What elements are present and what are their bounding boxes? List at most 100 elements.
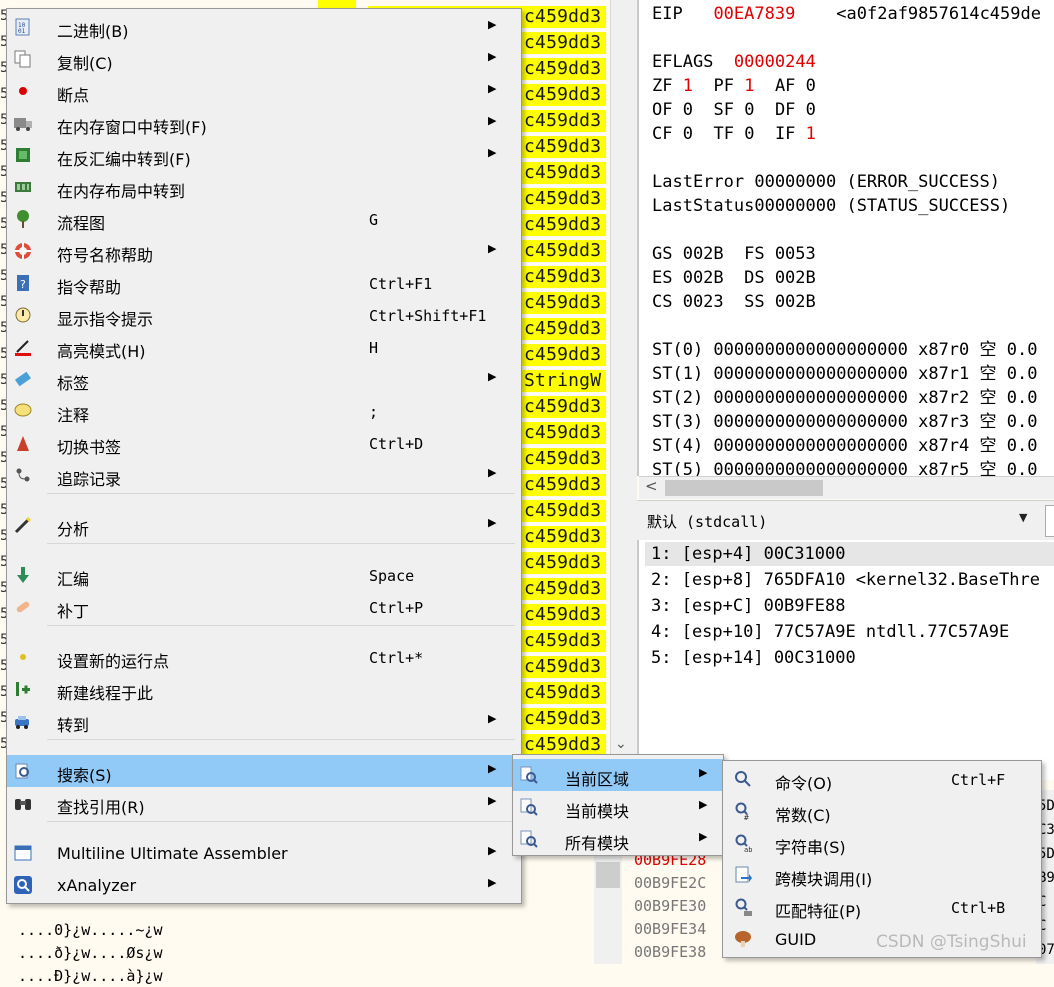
menu-item-new-origin[interactable]: 设置新的运行点 Ctrl+*	[7, 641, 521, 673]
segment-row[interactable]: GS 002B FS 0053	[652, 243, 816, 265]
stack-argument-row[interactable]: 5: [esp+14] 00C31000	[645, 646, 1054, 670]
stack-argument-row[interactable]: 2: [esp+8] 765DFA10 <kernel32.BaseThre	[645, 568, 1054, 592]
fpu-register-row[interactable]: ST(4) 0000000000000000000 x87r4 空 0.0	[652, 435, 1037, 457]
menu-item-memory-window[interactable]: 在内存窗口中转到(F) ▶	[7, 107, 521, 139]
flag-value[interactable]: 0	[683, 100, 693, 120]
menu-item-goto[interactable]: 转到 ▶	[7, 705, 521, 737]
menu-item-intermodular-call[interactable]: 跨模块调用(I)	[723, 859, 1041, 891]
dump-ascii-row[interactable]: ....ð}¿w....Øs¿w	[18, 942, 163, 964]
search-submenu[interactable]: 当前区域 ▶ 当前模块 ▶ 所有模块 ▶	[512, 754, 724, 856]
calling-convention-select[interactable]: 默认 (stdcall) ▼	[637, 500, 1054, 541]
menu-item-region-search[interactable]: 当前区域 ▶	[513, 759, 723, 791]
flag-value[interactable]: 0	[683, 124, 693, 144]
register-panel[interactable]: EIP 00EA7839 <a0f2af9857614c459de EFLAGS…	[637, 0, 1054, 476]
stack-address[interactable]: 00B9FE34	[634, 919, 706, 939]
menu-item-search[interactable]: 搜索(S) ▶	[7, 755, 521, 787]
segment-row[interactable]: ES 002B DS 002B	[652, 267, 816, 289]
flag-value[interactable]: 0	[806, 76, 816, 96]
menu-item-cpu[interactable]: 在反汇编中转到(F) ▶	[7, 139, 521, 171]
fpu-register-row[interactable]: ST(5) 0000000000000000000 x87r5 空 0.0	[652, 459, 1037, 476]
fpu-register-row[interactable]: ST(0) 0000000000000000000 x87r0 空 0.0	[652, 339, 1037, 361]
menu-item-module-search[interactable]: 当前模块 ▶	[513, 791, 723, 823]
help-book-icon: ?	[13, 273, 33, 293]
stack-address[interactable]: 00B9FE38	[634, 942, 706, 962]
dump-scrollbar[interactable]	[594, 846, 622, 964]
menu-item-trace[interactable]: 追踪记录 ▶	[7, 459, 521, 491]
menu-item-memory-map[interactable]: 在内存布局中转到	[7, 171, 521, 203]
eip-value[interactable]: 00EA7839	[713, 4, 795, 24]
menu-item-all-modules-search[interactable]: 所有模块 ▶	[513, 823, 723, 855]
submenu-arrow-icon: ▶	[488, 50, 497, 63]
disassembly-text: c459dd3	[524, 344, 602, 365]
menu-item-binoculars[interactable]: 查找引用(R) ▶	[7, 787, 521, 819]
menu-item-binary[interactable]: 10 01 二进制(B) ▶	[7, 11, 521, 43]
dropdown-caret-icon[interactable]: ▼	[1019, 511, 1027, 524]
flag-value[interactable]: 1	[744, 76, 754, 96]
menu-item-copy[interactable]: 复制(C) ▶	[7, 43, 521, 75]
menu-item-lifebuoy[interactable]: 符号名称帮助 ▶	[7, 235, 521, 267]
stack-arguments-list[interactable]: 1: [esp+4] 00C31000 2: [esp+8] 765DFA10 <…	[637, 540, 1054, 780]
fpu-register-row[interactable]: ST(3) 0000000000000000000 x87r3 空 0.0	[652, 411, 1037, 433]
flag-value[interactable]: 1	[806, 124, 816, 144]
menu-item-plugin-window[interactable]: Multiline Ultimate Assembler ▶	[7, 837, 521, 869]
menu-item-string-search[interactable]: ab 字符串(S)	[723, 827, 1041, 859]
disassembly-text: c459dd3	[524, 214, 602, 235]
flag-value[interactable]: 1	[683, 76, 693, 96]
menu-item-command-search[interactable]: 命令(O) Ctrl+F	[723, 763, 1041, 795]
menu-item-label: 查找引用(R)	[57, 798, 145, 817]
flag-name: AF	[774, 76, 796, 96]
eflags-value[interactable]: 00000244	[734, 52, 816, 72]
scroll-down-icon[interactable]: ⌄	[615, 736, 627, 752]
flag-value[interactable]: 0	[744, 124, 754, 144]
stack-address[interactable]: 00B9FE30	[634, 896, 706, 916]
menu-item-new-thread[interactable]: 新建线程于此	[7, 673, 521, 705]
menu-item-xanalyzer[interactable]: xAnalyzer ▶	[7, 869, 521, 901]
disassembly-scrollbar[interactable]: ⌄	[610, 0, 637, 760]
context-menu[interactable]: 10 01 二进制(B) ▶ 复制(C) ▶ 断点 ▶ 在内存窗口中转到(F) ▶ 在反汇编中转到(…	[6, 8, 522, 904]
menu-item-assemble[interactable]: 汇编 Space	[7, 559, 521, 591]
memory-dump[interactable]: ....0}¿w.....~¿w ....ð}¿w....Øs¿w ....Ð}¿w…	[0, 895, 190, 985]
menu-item-patch[interactable]: 补丁 Ctrl+P	[7, 591, 521, 623]
flags-row[interactable]: ZF 1 PF 1 AF 0	[652, 75, 816, 97]
eflags-row[interactable]: EFLAGS 00000244	[652, 51, 816, 73]
menu-item-comment[interactable]: 注释;	[7, 395, 521, 427]
stack-argument-row[interactable]: 3: [esp+C] 00B9FE88	[645, 594, 1054, 618]
stack-address[interactable]: 00B9FE2C	[634, 873, 706, 893]
stack-argument-row[interactable]: 4: [esp+10] 77C57A9E ntdll.77C57A9E	[645, 620, 1054, 644]
menu-item-hint[interactable]: 显示指令提示 Ctrl+Shift+F1	[7, 299, 521, 331]
menu-item-label: 新建线程于此	[57, 684, 154, 703]
stack-argument-row[interactable]: 1: [esp+4] 00C31000	[645, 542, 1054, 566]
last-error-row[interactable]: LastError 00000000 (ERROR_SUCCESS)	[652, 171, 1000, 193]
arg-count-spinbox[interactable]	[1045, 505, 1054, 537]
eip-row[interactable]: EIP 00EA7839 <a0f2af9857614c459de	[652, 3, 1041, 25]
menu-item-pattern-search[interactable]: 匹配特征(P) Ctrl+B	[723, 891, 1041, 923]
fpu-register-row[interactable]: ST(2) 0000000000000000000 x87r2 空 0.0	[652, 387, 1037, 409]
current-region-submenu[interactable]: 命令(O) Ctrl+F # 常数(C) ab 字符串(S) 跨模块调用(I) 匹配特征(P)…	[722, 760, 1042, 958]
last-status-row[interactable]: LastStatus00000000 (STATUS_SUCCESS)	[652, 195, 1010, 217]
scroll-left-icon[interactable]: <	[645, 477, 658, 495]
menu-item-help-book[interactable]: ? 指令帮助 Ctrl+F1	[7, 267, 521, 299]
flags-row[interactable]: CF 0 TF 0 IF 1	[652, 123, 816, 145]
menu-separator	[47, 739, 515, 740]
dump-ascii-row[interactable]: ....Ð}¿w....à}¿w	[18, 965, 163, 987]
menu-item-analyze[interactable]: 分析 ▶	[7, 509, 521, 541]
flag-value[interactable]: 0	[806, 100, 816, 120]
menu-item-bookmark[interactable]: 切换书签 Ctrl+D	[7, 427, 521, 459]
flag-value[interactable]: 0	[744, 100, 754, 120]
scrollbar-thumb[interactable]	[665, 480, 823, 496]
menu-item-graph[interactable]: 流程图 G	[7, 203, 521, 235]
menu-item-constant-search[interactable]: # 常数(C)	[723, 795, 1041, 827]
menu-item-breakpoint[interactable]: 断点 ▶	[7, 75, 521, 107]
segment-row[interactable]: CS 0023 SS 002B	[652, 291, 816, 313]
analyze-icon	[13, 515, 33, 535]
dump-ascii-row[interactable]: ....0}¿w.....~¿w	[18, 919, 163, 941]
watermark: CSDN @TsingShui	[876, 932, 1027, 952]
fpu-register-row[interactable]: ST(1) 0000000000000000000 x87r1 空 0.0	[652, 363, 1037, 385]
menu-item-highlight[interactable]: 高亮模式(H) H	[7, 331, 521, 363]
register-hscrollbar[interactable]: <	[639, 476, 1054, 499]
string-search-icon: ab	[733, 833, 753, 854]
menu-item-label[interactable]: 标签 ▶	[7, 363, 521, 395]
lifebuoy-icon	[13, 241, 33, 261]
flags-row[interactable]: OF 0 SF 0 DF 0	[652, 99, 816, 121]
scrollbar-thumb[interactable]	[596, 862, 620, 888]
